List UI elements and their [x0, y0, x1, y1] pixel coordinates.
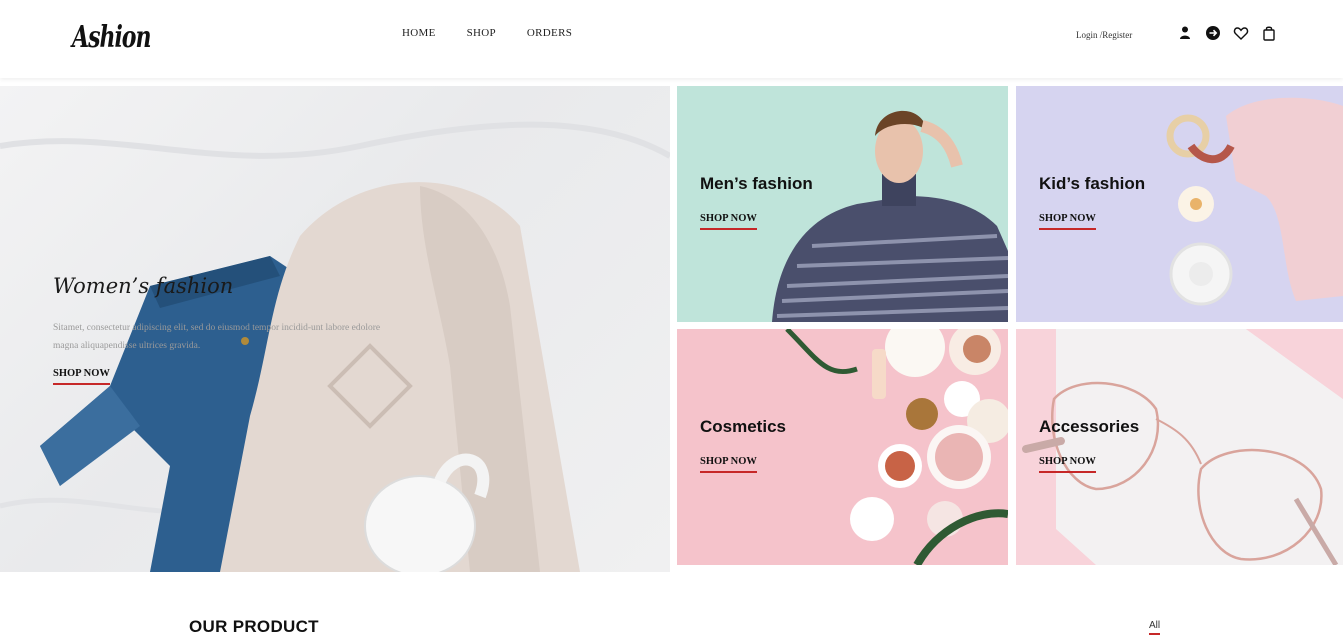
cosmetics-title: Cosmetics — [700, 417, 786, 436]
cosmetics-image — [785, 329, 1008, 565]
heart-icon[interactable] — [1233, 25, 1249, 41]
kids-image — [1166, 97, 1343, 306]
cosmetics-shop-now-button[interactable]: SHOP NOW — [700, 456, 757, 473]
login-register-link[interactable]: Login /Register — [1076, 30, 1132, 40]
category-tile-kids[interactable]: Kid’s fashion SHOP NOW — [1016, 86, 1343, 322]
section-title-our-product: OUR PRODUCT — [189, 617, 319, 636]
category-tile-cosmetics[interactable]: Cosmetics SHOP NOW — [677, 329, 1008, 565]
main-nav: HOME SHOP ORDERS — [402, 27, 572, 39]
mens-title: Men’s fashion — [700, 174, 813, 193]
mens-shop-now-button[interactable]: SHOP NOW — [700, 213, 757, 230]
shopping-bag-icon[interactable] — [1261, 25, 1277, 41]
hero-shop-now-button[interactable]: SHOP NOW — [53, 368, 110, 385]
user-icon[interactable] — [1177, 25, 1193, 41]
kids-title: Kid’s fashion — [1039, 174, 1146, 193]
nav-orders[interactable]: ORDERS — [527, 27, 572, 39]
brand-logo[interactable]: Ashion — [72, 20, 151, 55]
hero-title: Women’s fashion — [53, 274, 234, 298]
mens-image — [772, 110, 1008, 322]
hero-banner-womens: Women’s fashion Sitamet, consectetur adi… — [0, 86, 670, 572]
header-icons — [1177, 25, 1277, 41]
category-tile-mens[interactable]: Men’s fashion SHOP NOW — [677, 86, 1008, 322]
nav-shop[interactable]: SHOP — [467, 27, 496, 39]
category-tile-accessories[interactable]: Accessories SHOP NOW — [1016, 329, 1343, 565]
arrow-right-circle-icon[interactable] — [1205, 25, 1221, 41]
hero-description: Sitamet, consectetur adipiscing elit, se… — [53, 323, 381, 351]
site-header: Ashion HOME SHOP ORDERS Login /Register — [0, 0, 1343, 78]
accessories-title: Accessories — [1039, 417, 1140, 436]
nav-home[interactable]: HOME — [402, 27, 436, 39]
accessories-image — [1022, 329, 1343, 565]
filter-tab-all[interactable]: All — [1149, 620, 1161, 635]
accessories-shop-now-button[interactable]: SHOP NOW — [1039, 456, 1096, 473]
kids-shop-now-button[interactable]: SHOP NOW — [1039, 213, 1096, 230]
